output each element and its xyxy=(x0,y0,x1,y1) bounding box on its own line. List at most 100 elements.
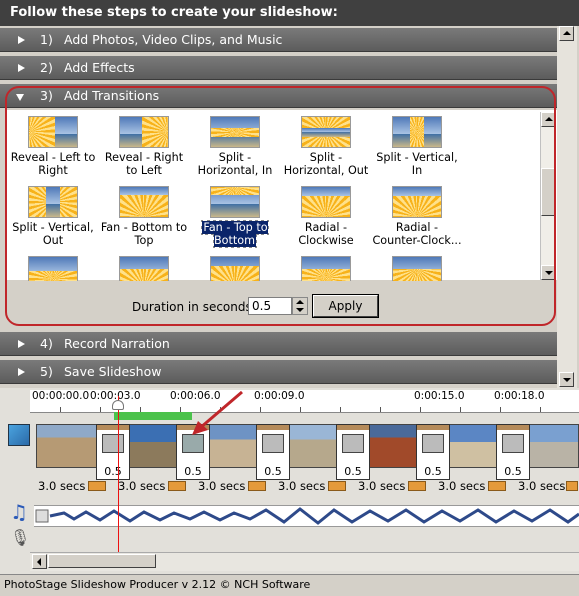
step-number: 2) xyxy=(40,60,53,75)
transition-item-selected[interactable]: Fan - Top to Bottom xyxy=(190,186,280,248)
duration-row: Duration in seconds: Apply xyxy=(6,281,557,325)
clip-duration: 3.0 secs xyxy=(518,479,566,493)
step-label: Add Photos, Video Clips, and Music xyxy=(64,32,283,47)
clip-duration: 3.0 secs xyxy=(358,479,406,493)
film-icon[interactable] xyxy=(168,481,186,491)
expand-arrow-icon xyxy=(18,368,25,376)
film-icon[interactable] xyxy=(88,481,106,491)
transition-item[interactable]: Radial - Counter-Clock... xyxy=(372,186,462,247)
radial-clockwise-icon xyxy=(301,186,351,218)
transition-slot[interactable]: 0.5 xyxy=(256,424,290,480)
clip-duration: 3.0 secs xyxy=(438,479,486,493)
status-bar: PhotoStage Slideshow Producer v 2.12 © N… xyxy=(0,574,579,596)
ruler-time: 0:00:15.0 xyxy=(414,390,465,402)
video-track-icon xyxy=(8,424,30,446)
transition-duration: 0.5 xyxy=(264,465,282,478)
transition-icon xyxy=(342,434,364,453)
fan-bottom-top-icon xyxy=(119,186,169,218)
step-label: Add Transitions xyxy=(64,88,160,103)
step-label: Save Slideshow xyxy=(64,364,162,379)
transition-label: Split - Vertical, Out xyxy=(12,221,94,247)
steps-header: Follow these steps to create your slides… xyxy=(0,0,579,26)
music-note-icon: ♫ xyxy=(10,500,28,524)
transition-duration: 0.5 xyxy=(344,465,362,478)
transition-label: Reveal - Left to Right xyxy=(10,151,96,177)
split-horizontal-in-icon xyxy=(210,116,260,148)
reveal-left-right-icon xyxy=(28,116,78,148)
duration-label: Duration in seconds: xyxy=(132,300,256,314)
clip-duration: 3.0 secs xyxy=(198,479,246,493)
transition-item[interactable]: Fan - Bottom to Top xyxy=(99,186,189,247)
clip-duration: 3.0 secs xyxy=(278,479,326,493)
transition-label: Split - Horizontal, Out xyxy=(283,151,369,177)
transition-item[interactable]: Reveal - Right to Left xyxy=(99,116,189,177)
scroll-thumb[interactable] xyxy=(541,168,556,216)
step-add-photos[interactable]: 1) Add Photos, Video Clips, and Music xyxy=(0,28,557,52)
transition-label: Split - Horizontal, In xyxy=(197,151,273,177)
playhead[interactable] xyxy=(118,396,119,552)
transition-duration: 0.5 xyxy=(504,465,522,478)
spin-down-icon[interactable] xyxy=(296,308,304,312)
transition-item[interactable]: Radial - Clockwise xyxy=(281,186,371,247)
ruler-time: 00:00:00.0 xyxy=(32,390,90,402)
clip-duration: 3.0 secs xyxy=(118,479,166,493)
waveform-graphic xyxy=(35,507,579,525)
duration-input[interactable] xyxy=(248,297,292,315)
transition-item[interactable]: Reveal - Left to Right xyxy=(8,116,98,177)
steps-scrollbar[interactable] xyxy=(557,26,577,388)
transition-slot[interactable]: 0.5 xyxy=(416,424,450,480)
film-icon[interactable] xyxy=(408,481,426,491)
step-label: Record Narration xyxy=(64,336,170,351)
collapse-arrow-icon xyxy=(16,94,24,101)
scroll-down-button[interactable] xyxy=(559,372,574,387)
expand-arrow-icon xyxy=(18,36,25,44)
transition-duration: 0.5 xyxy=(104,465,122,478)
transition-item[interactable]: Split - Vertical, Out xyxy=(8,186,98,247)
microphone-icon: 🎙 xyxy=(10,528,31,547)
transition-label: Radial - Clockwise xyxy=(298,221,354,247)
audio-waveform[interactable] xyxy=(34,505,579,527)
playhead-handle[interactable] xyxy=(112,400,124,410)
step-add-transitions[interactable]: 3) Add Transitions xyxy=(0,84,557,108)
transition-icon xyxy=(262,434,284,453)
apply-button[interactable]: Apply xyxy=(313,295,378,317)
transition-label: Split - Vertical, In xyxy=(376,151,458,177)
transition-item[interactable]: Split - Horizontal, In xyxy=(190,116,280,177)
duration-spinner[interactable] xyxy=(292,297,308,315)
scroll-left-button[interactable] xyxy=(32,554,47,569)
step-number: 1) xyxy=(40,32,53,47)
scroll-thumb[interactable] xyxy=(48,554,156,568)
film-icon[interactable] xyxy=(248,481,266,491)
step-save-slideshow[interactable]: 5) Save Slideshow xyxy=(0,360,557,384)
expand-arrow-icon xyxy=(18,64,25,72)
step-number: 5) xyxy=(40,364,53,379)
radial-counterclockwise-icon xyxy=(392,186,442,218)
transition-item[interactable]: Split - Vertical, In xyxy=(372,116,462,177)
transition-duration: 0.5 xyxy=(424,465,442,478)
film-icon[interactable] xyxy=(328,481,346,491)
transition-slot[interactable]: 0.5 xyxy=(96,424,130,480)
reveal-right-left-icon xyxy=(119,116,169,148)
transition-label: Radial - Counter-Clock... xyxy=(372,221,462,247)
transition-icon xyxy=(102,434,124,453)
scroll-down-button[interactable] xyxy=(541,265,556,280)
transitions-list[interactable]: Reveal - Left to Right Reveal - Right to… xyxy=(6,110,557,288)
scroll-up-button[interactable] xyxy=(541,112,556,127)
transition-duration: 0.5 xyxy=(184,465,202,478)
transition-icon xyxy=(422,434,444,453)
spin-up-icon[interactable] xyxy=(296,300,304,304)
step-add-effects[interactable]: 2) Add Effects xyxy=(0,56,557,80)
transition-slot[interactable]: 0.5 xyxy=(496,424,530,480)
transition-item[interactable]: Split - Horizontal, Out xyxy=(281,116,371,177)
expand-arrow-icon xyxy=(18,340,25,348)
step-record-narration[interactable]: 4) Record Narration xyxy=(0,332,557,356)
transition-slot[interactable]: 0.5 xyxy=(336,424,370,480)
scroll-up-button[interactable] xyxy=(559,26,574,41)
film-icon[interactable] xyxy=(488,481,506,491)
film-icon[interactable] xyxy=(566,481,578,491)
transition-label: Reveal - Right to Left xyxy=(104,151,184,177)
transitions-scrollbar[interactable] xyxy=(540,112,556,280)
split-vertical-out-icon xyxy=(28,186,78,218)
fan-top-bottom-icon xyxy=(210,186,260,218)
transition-label: Fan - Top to Bottom xyxy=(201,220,269,248)
